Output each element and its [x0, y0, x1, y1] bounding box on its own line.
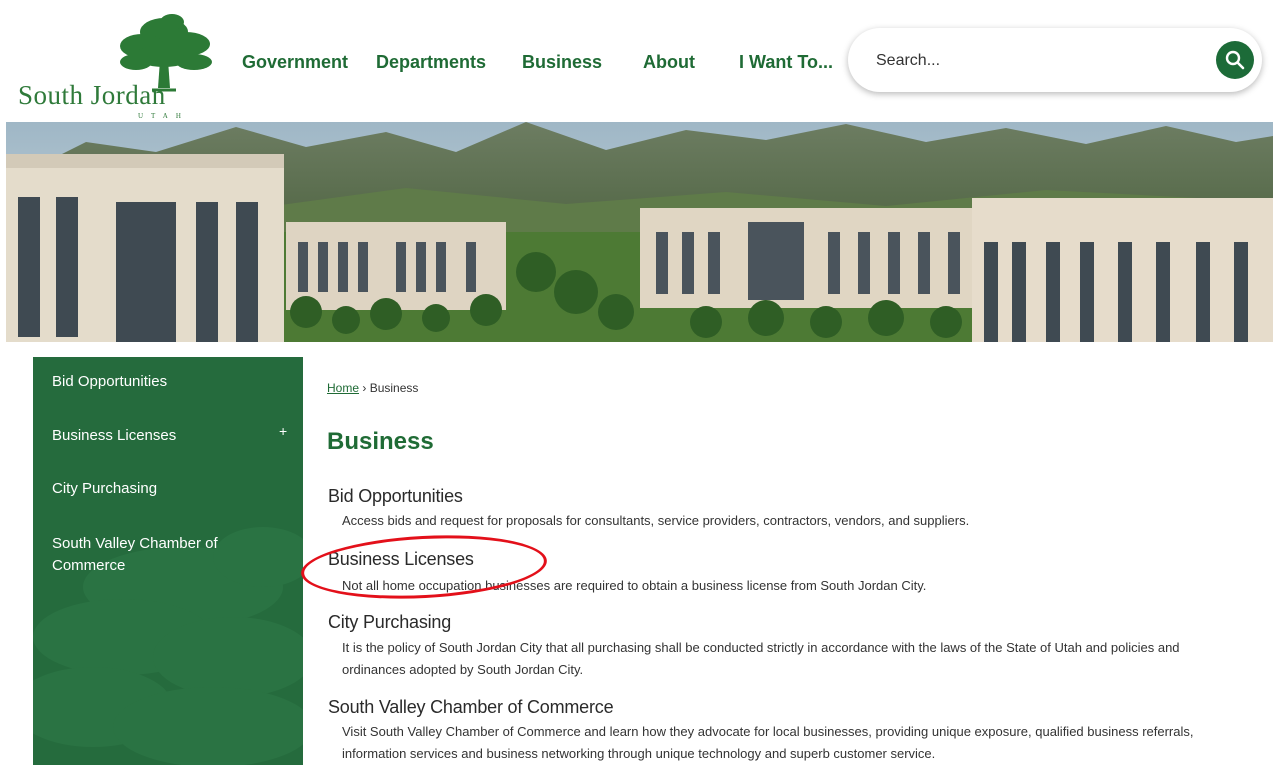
nav-business[interactable]: Business: [522, 52, 602, 73]
search-input[interactable]: [874, 46, 1178, 76]
search-icon: [1225, 50, 1245, 70]
page-title: Business: [327, 428, 434, 455]
breadcrumb-current: Business: [369, 381, 419, 395]
expand-plus-icon[interactable]: +: [279, 423, 287, 439]
nav-i-want-to[interactable]: I Want To...: [739, 52, 833, 73]
city-skyline-image: [6, 122, 1273, 342]
entry-desc-south-valley-chamber: Visit South Valley Chamber of Commerce a…: [342, 724, 1194, 761]
sidebar-item-city-purchasing[interactable]: City Purchasing: [52, 478, 272, 500]
nav-government[interactable]: Government: [242, 52, 348, 73]
search-button[interactable]: [1216, 41, 1254, 79]
search-box: [848, 28, 1262, 92]
entry-title-city-purchasing[interactable]: City Purchasing: [328, 612, 451, 633]
sidebar-item-south-valley-chamber[interactable]: South Valley Chamber of Commerce: [52, 533, 272, 577]
breadcrumb-home-link[interactable]: Home: [327, 381, 359, 395]
entry-title-business-licenses[interactable]: Business Licenses: [328, 549, 474, 570]
sidebar-item-business-licenses[interactable]: Business Licenses: [52, 425, 272, 447]
site-header: South Jordan UTAH Government Departments…: [0, 0, 1273, 122]
entry-desc-business-licenses: Not all home occupation businesses are r…: [342, 578, 927, 593]
breadcrumb: Home › Business: [327, 381, 418, 395]
sidebar-nav: Bid Opportunities Business Licenses + Ci…: [33, 357, 303, 765]
hero-banner: [6, 122, 1273, 342]
entry-desc-bid-opportunities: Access bids and request for proposals fo…: [342, 513, 970, 528]
entry-title-south-valley-chamber[interactable]: South Valley Chamber of Commerce: [328, 697, 614, 718]
nav-about[interactable]: About: [643, 52, 695, 73]
entry-desc-city-purchasing: It is the policy of South Jordan City th…: [342, 640, 1180, 677]
breadcrumb-separator: ›: [362, 381, 367, 395]
city-logo[interactable]: South Jordan UTAH: [16, 12, 212, 120]
logo-wordmark: South Jordan: [18, 80, 166, 110]
sidebar-item-bid-opportunities[interactable]: Bid Opportunities: [52, 371, 272, 393]
entry-title-bid-opportunities[interactable]: Bid Opportunities: [328, 486, 463, 507]
nav-departments[interactable]: Departments: [376, 52, 486, 73]
logo-state: UTAH: [138, 112, 189, 120]
